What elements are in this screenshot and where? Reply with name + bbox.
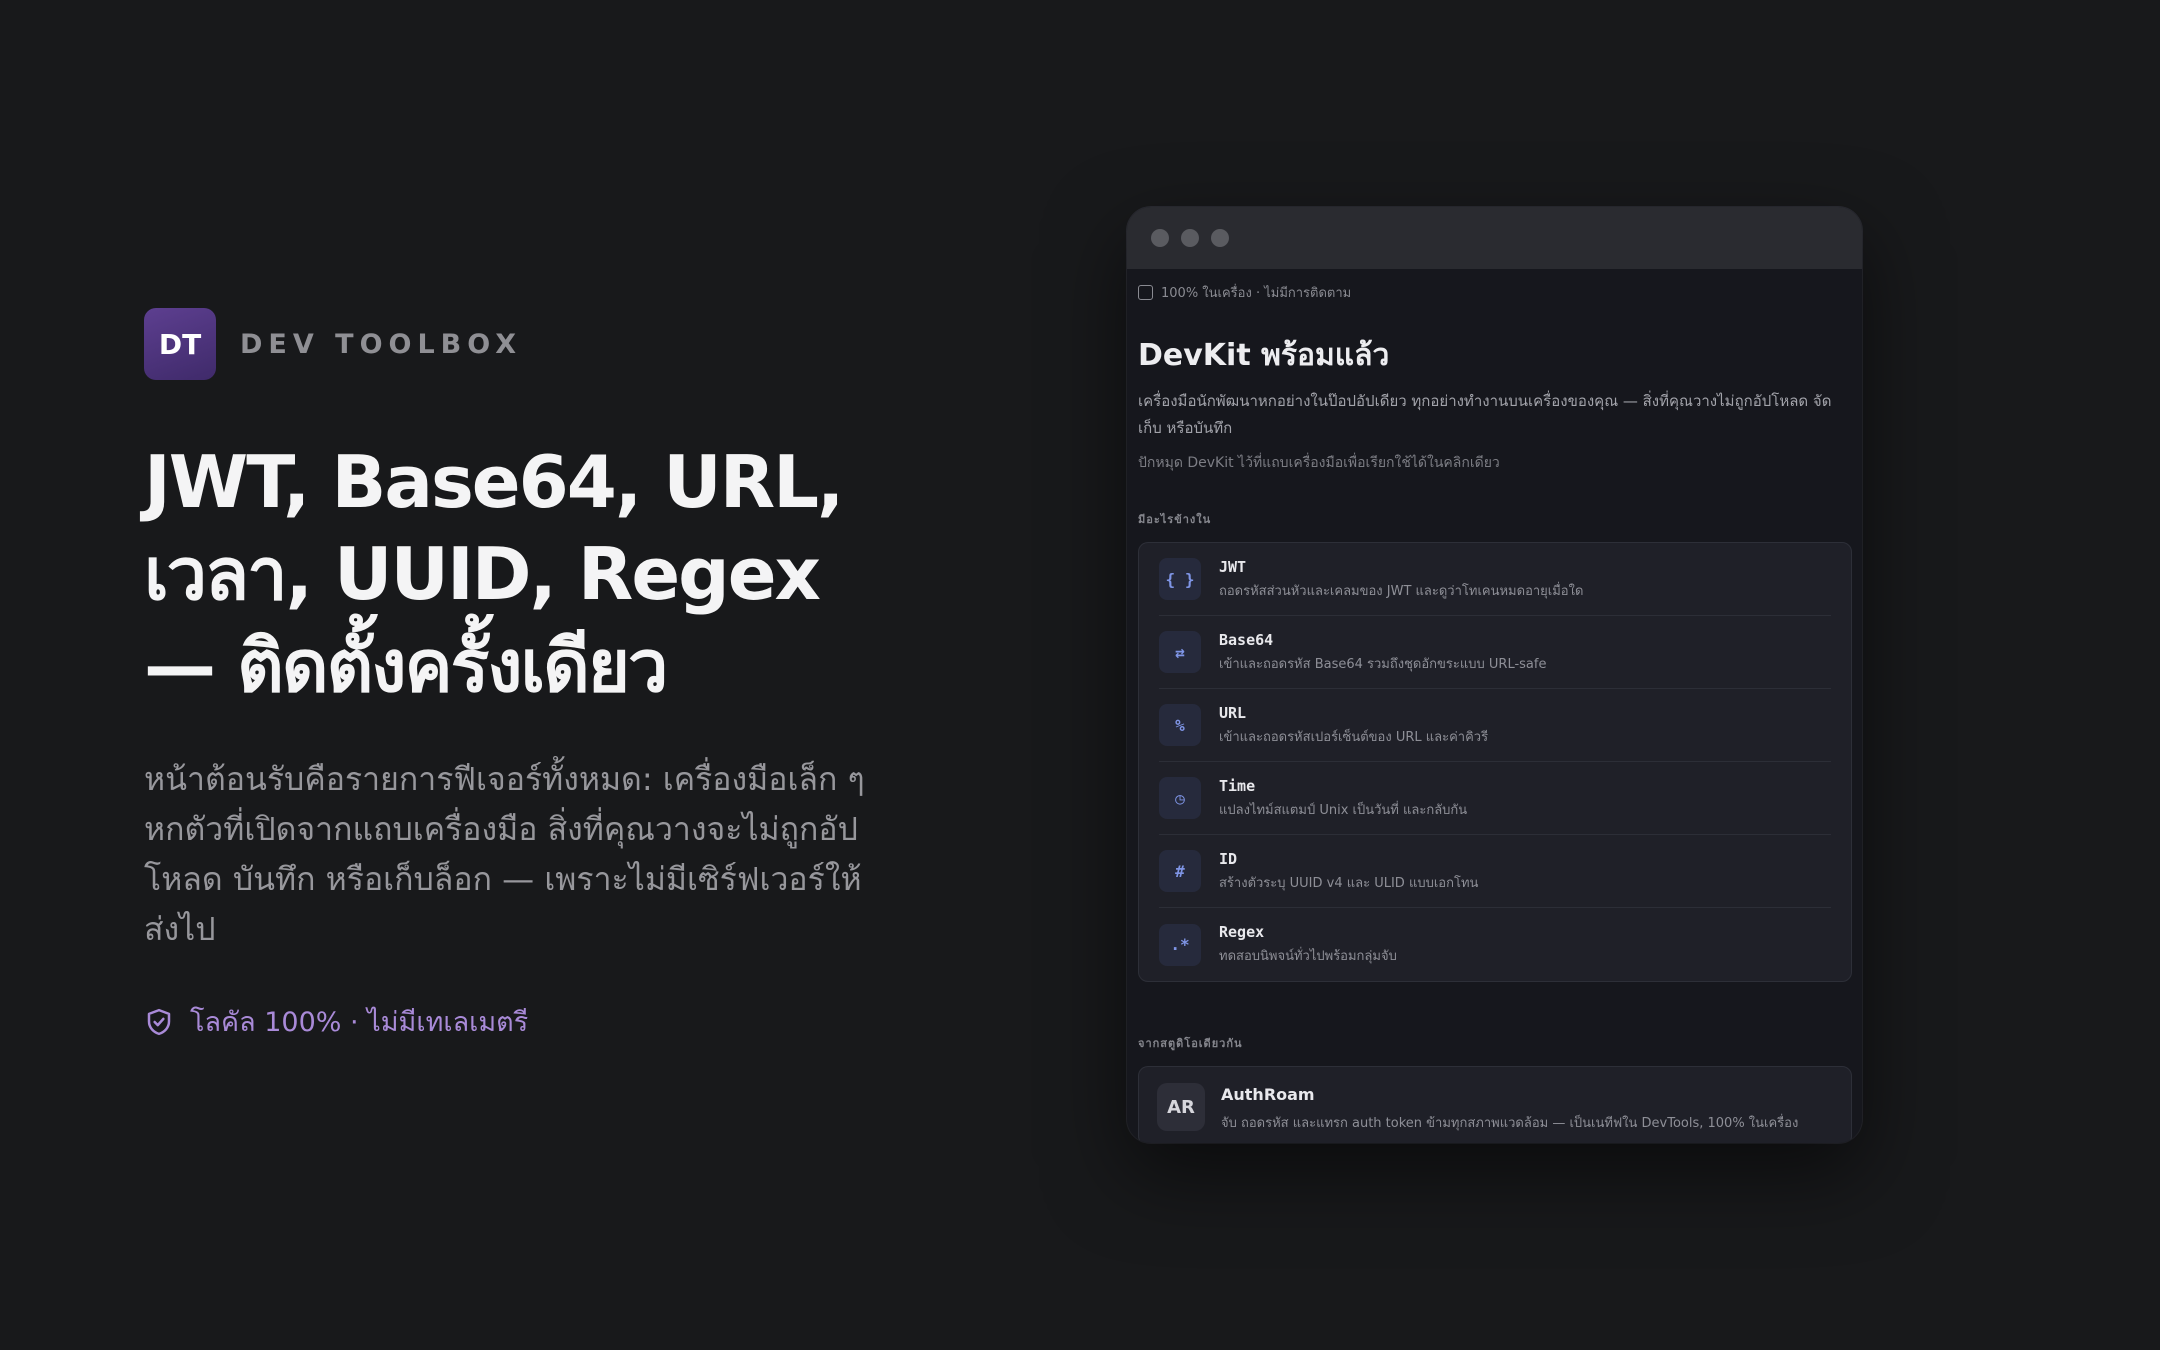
tool-name: Time <box>1219 776 1256 795</box>
window-titlebar <box>1127 207 1862 269</box>
tool-item-time[interactable]: ◷ Time แปลงไทม์สแตมป์ Unix เป็นวันที่ แล… <box>1159 762 1831 835</box>
headline-line-3: — ติดตั้งครั้งเดียว <box>144 624 668 708</box>
tool-desc: เข้าและถอดรหัสเปอร์เซ็นต์ของ URL และค่าค… <box>1219 729 1489 745</box>
tool-name: URL <box>1219 703 1247 722</box>
tool-name: Base64 <box>1219 630 1274 649</box>
privacy-badge-text: โลคัล 100% · ไม่มีเทเลเมตรี <box>190 1007 529 1038</box>
tool-item-base64[interactable]: ⇄ Base64 เข้าและถอดรหัส Base64 รวมถึงชุด… <box>1159 616 1831 689</box>
headline-line-2: เวลา, UUID, Regex <box>144 532 821 616</box>
privacy-badge: โลคัล 100% · ไม่มีเทเลเมตรี <box>144 1000 904 1043</box>
braces-icon: { } <box>1159 558 1201 600</box>
tool-item-id[interactable]: # ID สร้างตัวระบุ UUID v4 และ ULID แบบเอ… <box>1159 835 1831 908</box>
hero-subtext: หน้าต้อนรับคือรายการฟีเจอร์ทั้งหมด: เครื… <box>144 760 865 948</box>
tool-name: ID <box>1219 849 1238 868</box>
tool-name: JWT <box>1219 557 1247 576</box>
tool-desc: แปลงไทม์สแตมป์ Unix เป็นวันที่ และกลับกั… <box>1219 802 1468 818</box>
tool-list: { } JWT ถอดรหัสส่วนหัวและเคลมของ JWT และ… <box>1138 542 1852 982</box>
other-product-card[interactable]: AR AuthRoam จับ ถอดรหัส และแทรก auth tok… <box>1138 1066 1852 1143</box>
app-title: DevKit พร้อมแล้ว <box>1138 338 1390 373</box>
local-only-checkbox[interactable] <box>1138 284 1153 300</box>
section-label-other: จากสตูดิโอเดียวกัน <box>1138 1037 1243 1050</box>
tool-desc: เข้าและถอดรหัส Base64 รวมถึงชุดอักขระแบบ… <box>1219 656 1547 672</box>
brand: DT DEV TOOLBOX <box>144 308 904 380</box>
tool-item-url[interactable]: % URL เข้าและถอดรหัสเปอร์เซ็นต์ของ URL แ… <box>1159 689 1831 762</box>
other-product-name: AuthRoam <box>1221 1085 1315 1104</box>
clock-icon: ◷ <box>1159 777 1201 819</box>
shield-check-icon <box>147 1008 171 1035</box>
swap-arrows-icon: ⇄ <box>1159 631 1201 673</box>
brand-logo: DT <box>144 308 216 380</box>
brand-name: DEV TOOLBOX <box>240 328 523 360</box>
hero-section: DT DEV TOOLBOX JWT, Base64, URL, เวลา, U… <box>144 308 904 1043</box>
other-product-desc: จับ ถอดรหัส และแทรก auth token ข้ามทุกสภ… <box>1221 1116 1799 1131</box>
app-hint: ปักหมุด DevKit ไว้ที่แถบเครื่องมือเพื่อเ… <box>1138 455 1500 471</box>
headline-line-1: JWT, Base64, URL, <box>144 440 844 524</box>
other-product-avatar: AR <box>1157 1083 1205 1131</box>
tool-desc: สร้างตัวระบุ UUID v4 และ ULID แบบเอกโทน <box>1219 875 1479 891</box>
tool-desc: ทดสอบนิพจน์ทั่วไปพร้อมกลุ่มจับ <box>1219 949 1397 964</box>
tool-item-regex[interactable]: .* Regex ทดสอบนิพจน์ทั่วไปพร้อมกลุ่มจับ <box>1159 908 1831 981</box>
hash-icon: # <box>1159 850 1201 892</box>
percent-icon: % <box>1159 704 1201 746</box>
status-line: 100% ในเครื่อง · ไม่มีการติดตาม <box>1138 282 1852 302</box>
window-close-dot[interactable] <box>1151 229 1169 247</box>
app-description: เครื่องมือนักพัฒนาหกอย่างในป๊อปอัปเดียว … <box>1138 392 1832 437</box>
regex-icon: .* <box>1159 923 1201 966</box>
headline: JWT, Base64, URL, เวลา, UUID, Regex — ติ… <box>144 436 904 712</box>
window-zoom-dot[interactable] <box>1211 229 1229 247</box>
popup-content: 100% ในเครื่อง · ไม่มีการติดตาม DevKit พ… <box>1127 282 1862 1143</box>
tool-desc: ถอดรหัสส่วนหัวและเคลมของ JWT และดูว่าโทเ… <box>1219 583 1584 599</box>
status-text: 100% ในเครื่อง · ไม่มีการติดตาม <box>1161 285 1352 301</box>
tool-item-jwt[interactable]: { } JWT ถอดรหัสส่วนหัวและเคลมของ JWT และ… <box>1159 543 1831 616</box>
extension-popup-window: 100% ในเครื่อง · ไม่มีการติดตาม DevKit พ… <box>1127 207 1862 1143</box>
window-minimize-dot[interactable] <box>1181 229 1199 247</box>
tool-name: Regex <box>1219 923 1265 941</box>
section-label-tools: มีอะไรข้างใน <box>1138 513 1212 526</box>
